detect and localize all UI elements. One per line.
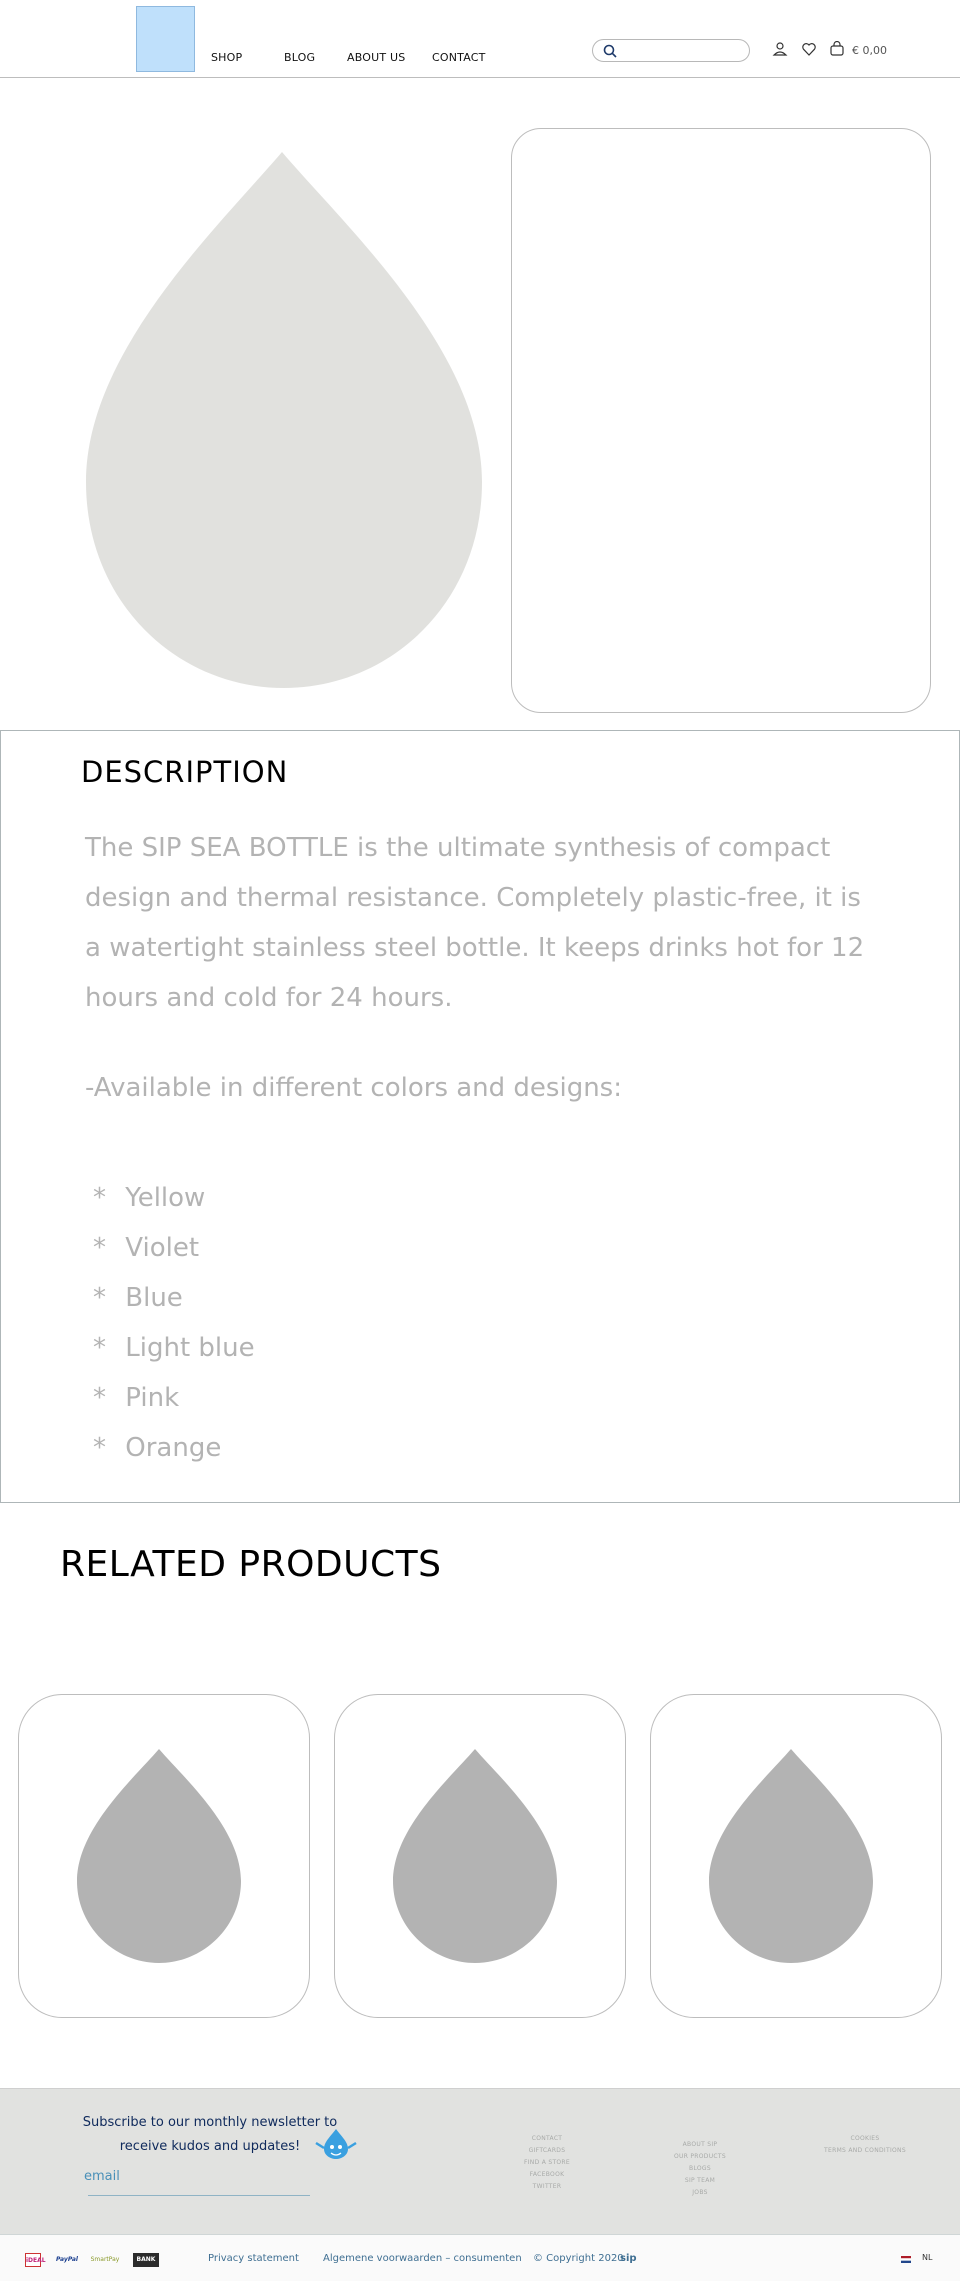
footer-link[interactable]: CONTACT <box>515 2133 579 2145</box>
list-item: * Pink <box>93 1383 180 1413</box>
paypal-logo: PayPal <box>56 2256 78 2263</box>
related-product-card[interactable] <box>650 1694 942 2018</box>
product-drop-image <box>393 1749 557 1963</box>
description-title: DESCRIPTION <box>81 755 289 789</box>
netherlands-flag-icon[interactable] <box>901 2256 911 2263</box>
terms-link[interactable]: Algemene voorwaarden – consumenten <box>323 2253 522 2264</box>
available-colors-heading: -Available in different colors and desig… <box>85 1073 622 1103</box>
cart-total: € 0,00 <box>852 44 887 57</box>
email-underline <box>88 2195 310 2196</box>
nav-about-us[interactable]: ABOUT US <box>347 51 405 64</box>
footer-link[interactable]: SIP TEAM <box>668 2175 732 2187</box>
smartpay-logo: SmartPay <box>90 2256 120 2263</box>
brand-mark: sip <box>620 2253 637 2264</box>
cart-icon[interactable] <box>829 41 845 57</box>
list-item: * Violet <box>93 1233 200 1263</box>
footer-link[interactable]: COOKIES <box>815 2133 915 2145</box>
footer-link[interactable]: GIFTCARDS <box>515 2145 579 2157</box>
list-item: * Light blue <box>93 1333 255 1363</box>
footer-link[interactable]: ABOUT SIP <box>668 2139 732 2151</box>
privacy-statement-link[interactable]: Privacy statement <box>208 2253 299 2264</box>
footer-link[interactable]: OUR PRODUCTS <box>668 2151 732 2163</box>
description-section: DESCRIPTION The SIP SEA BOTTLE is the ul… <box>0 730 960 1503</box>
related-products-title: RELATED PRODUCTS <box>60 1544 442 1585</box>
footer-link[interactable]: TWITTER <box>515 2181 579 2193</box>
search-input[interactable] <box>621 42 741 60</box>
footer-column-3: COOKIES TERMS AND CONDITIONS <box>815 2133 915 2157</box>
product-info-card <box>511 128 931 713</box>
product-image-drop <box>86 152 482 688</box>
water-drop-mascot-icon <box>315 2129 357 2159</box>
logo[interactable] <box>136 6 195 72</box>
color-list: * Yellow * Violet * Blue * Light blue * … <box>93 1173 255 1473</box>
list-item: * Orange <box>93 1433 222 1463</box>
footer-column-2: ABOUT SIP OUR PRODUCTS BLOGS SIP TEAM JO… <box>668 2139 732 2199</box>
footer-link[interactable]: FACEBOOK <box>515 2169 579 2181</box>
nav-shop[interactable]: SHOP <box>211 51 242 64</box>
search-box[interactable] <box>592 39 750 62</box>
list-item: * Blue <box>93 1283 183 1313</box>
account-icon[interactable] <box>772 41 788 57</box>
related-product-card[interactable] <box>18 1694 310 2018</box>
description-body: The SIP SEA BOTTLE is the ultimate synth… <box>85 833 865 1013</box>
product-drop-image <box>77 1749 241 1963</box>
footer-link[interactable]: FIND A STORE <box>515 2157 579 2169</box>
newsletter-text: Subscribe to our monthly newsletter to r… <box>82 2115 338 2154</box>
related-product-card[interactable] <box>334 1694 626 2018</box>
wishlist-heart-icon[interactable] <box>801 41 817 57</box>
footer-link[interactable]: TERMS AND CONDITIONS <box>815 2145 915 2157</box>
search-icon <box>603 44 617 58</box>
nav-blog[interactable]: BLOG <box>284 51 315 64</box>
nav-contact[interactable]: CONTACT <box>432 51 486 64</box>
footer-link[interactable]: BLOGS <box>668 2163 732 2175</box>
bottom-bar: iDEAL PayPal SmartPay BANK Privacy state… <box>0 2234 960 2281</box>
ideal-logo: iDEAL <box>25 2253 46 2267</box>
language-selector[interactable]: NL <box>922 2253 932 2262</box>
copyright-text: © Copyright 2020 <box>533 2253 624 2264</box>
site-header: SHOP BLOG ABOUT US CONTACT € 0,00 <box>0 0 960 78</box>
bank-logo: BANK <box>133 2253 159 2267</box>
footer-column-1: CONTACT GIFTCARDS FIND A STORE FACEBOOK … <box>515 2133 579 2193</box>
site-footer: Subscribe to our monthly newsletter to r… <box>0 2088 960 2234</box>
footer-link[interactable]: JOBS <box>668 2187 732 2199</box>
list-item: * Yellow <box>93 1183 206 1213</box>
email-field[interactable]: email <box>84 2169 120 2184</box>
product-drop-image <box>709 1749 873 1963</box>
